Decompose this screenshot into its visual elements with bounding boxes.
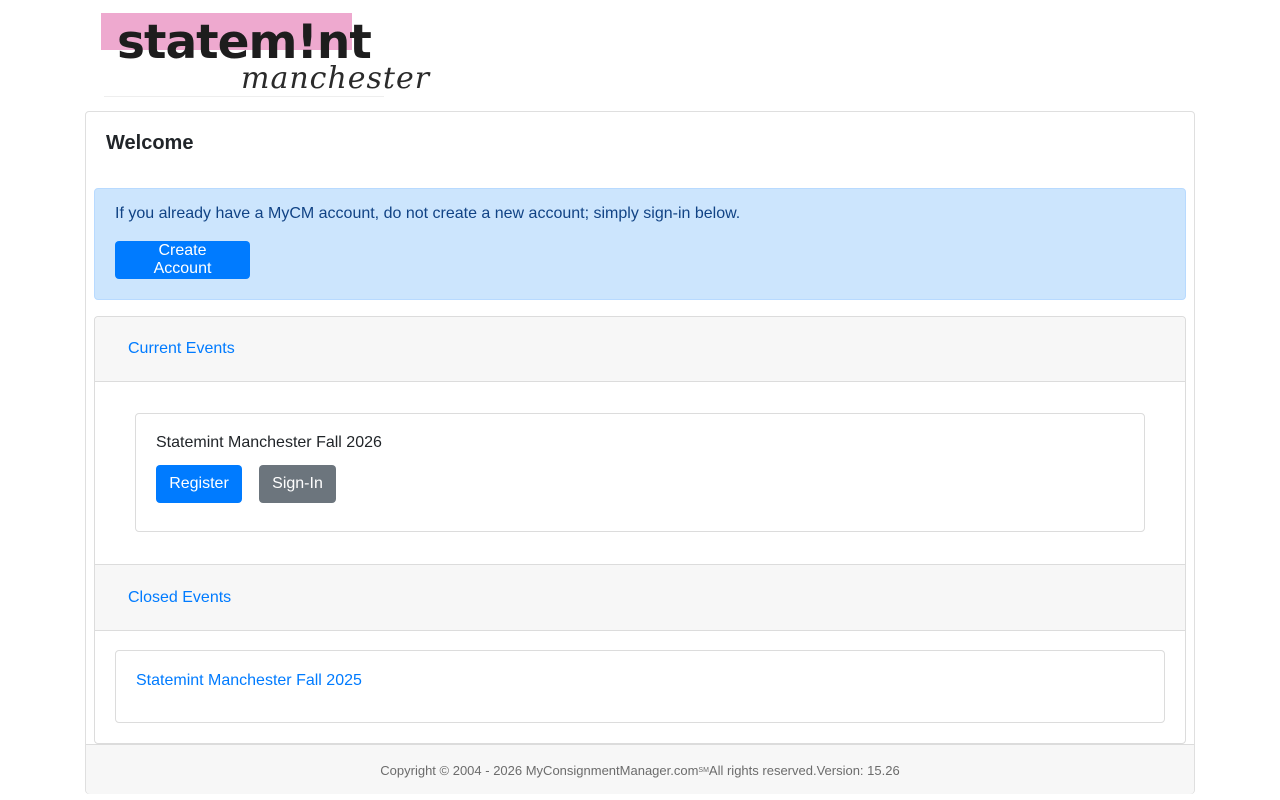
page-title: Welcome bbox=[106, 132, 194, 154]
footer: Copyright © 2004 - 2026 MyConsignmentMan… bbox=[86, 744, 1194, 794]
event-card: Statemint Manchester Fall 2026 Register … bbox=[135, 413, 1145, 532]
info-alert: If you already have a MyCM account, do n… bbox=[94, 188, 1186, 300]
footer-copyright: Copyright © 2004 - 2026 MyConsignmentMan… bbox=[380, 763, 699, 778]
service-mark: SM bbox=[698, 767, 709, 774]
event-title: Statemint Manchester Fall 2026 bbox=[156, 434, 382, 451]
sign-in-button[interactable]: Sign-In bbox=[259, 465, 336, 503]
site-logo[interactable]: statem!nt manchester bbox=[101, 12, 429, 100]
current-events-toggle[interactable]: Current Events bbox=[128, 340, 235, 358]
logo-script-text: manchester bbox=[241, 61, 431, 96]
closed-events-header[interactable]: Closed Events bbox=[95, 564, 1185, 631]
register-button[interactable]: Register bbox=[156, 465, 242, 503]
closed-events-toggle[interactable]: Closed Events bbox=[128, 589, 231, 607]
alert-message: If you already have a MyCM account, do n… bbox=[115, 205, 741, 222]
create-account-button[interactable]: Create Account bbox=[115, 241, 250, 279]
main-card: Welcome If you already have a MyCM accou… bbox=[85, 111, 1195, 794]
footer-version: All rights reserved.Version: 15.26 bbox=[708, 763, 900, 778]
logo-divider bbox=[104, 96, 384, 97]
current-events-header[interactable]: Current Events bbox=[95, 317, 1185, 382]
events-accordion: Current Events Statemint Manchester Fall… bbox=[94, 316, 1186, 744]
closed-event-link[interactable]: Statemint Manchester Fall 2025 bbox=[136, 672, 362, 690]
closed-event-card: Statemint Manchester Fall 2025 bbox=[115, 650, 1165, 723]
